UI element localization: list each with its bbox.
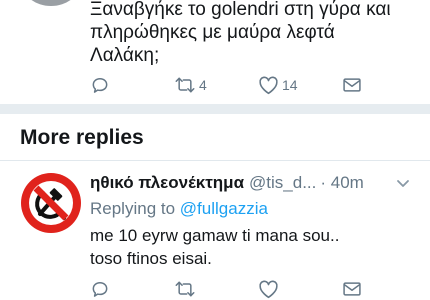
retweet-button[interactable]: 4 — [174, 74, 207, 96]
share-button[interactable] — [342, 278, 362, 300]
avatar[interactable] — [21, 173, 81, 233]
retweet-button[interactable] — [174, 278, 196, 300]
divider — [0, 160, 430, 161]
tweet-text-line: me 10 eyrw gamaw ti mana sou.. — [90, 226, 340, 245]
share-icon — [343, 78, 361, 92]
tweet-top[interactable]: Ξαναβγήκε το golendri στη γύρα και πληρώ… — [0, 0, 430, 104]
user-handle[interactable]: @tis_d... — [249, 173, 316, 192]
tweet-text-line: toso ftinos eisai. — [90, 249, 212, 268]
more-replies-heading: More replies — [20, 126, 144, 149]
tweet-text-line: Λαλάκη; — [90, 45, 160, 66]
share-button[interactable] — [342, 74, 362, 96]
tweet-thread-screen: Ξαναβγήκε το golendri στη γύρα και πληρώ… — [0, 0, 430, 300]
display-name[interactable]: ηθικό πλεονέκτημα — [90, 173, 244, 192]
like-button[interactable] — [258, 278, 279, 300]
like-icon — [259, 76, 278, 95]
tweet-actions: 4 14 — [90, 74, 370, 96]
avatar[interactable] — [22, 0, 80, 6]
like-count: 14 — [282, 77, 298, 93]
like-button[interactable]: 14 — [258, 74, 298, 96]
replying-to: Replying to @fullgazzia — [90, 198, 268, 220]
tweet-actions — [90, 278, 370, 300]
replying-to-label: Replying to — [90, 199, 176, 218]
tweet-text: Ξαναβγήκε το golendri στη γύρα και πληρώ… — [90, 0, 420, 67]
reply-icon — [92, 78, 108, 93]
share-icon — [343, 282, 361, 296]
reply-button[interactable] — [90, 278, 110, 300]
timestamp[interactable]: · 40m — [320, 173, 363, 192]
reply-button[interactable] — [90, 74, 110, 96]
reply-icon — [92, 282, 108, 297]
chevron-down-icon[interactable] — [396, 178, 410, 188]
like-icon — [259, 280, 278, 299]
tweet-text-line: Ξαναβγήκε το golendri στη γύρα και — [90, 0, 391, 20]
retweet-icon — [175, 77, 195, 93]
reply-header: ηθικό πλεονέκτημα @tis_d... · 40m — [90, 172, 420, 194]
tweet-text: me 10 eyrw gamaw ti mana sou.. toso ftin… — [90, 224, 420, 270]
section-divider — [0, 104, 430, 114]
mention-link[interactable]: @fullgazzia — [180, 199, 268, 218]
tweet-text-line: πληρώθηκες με μαύρα λεφτά — [90, 22, 335, 43]
retweet-icon — [175, 281, 195, 297]
retweet-count: 4 — [199, 77, 207, 93]
